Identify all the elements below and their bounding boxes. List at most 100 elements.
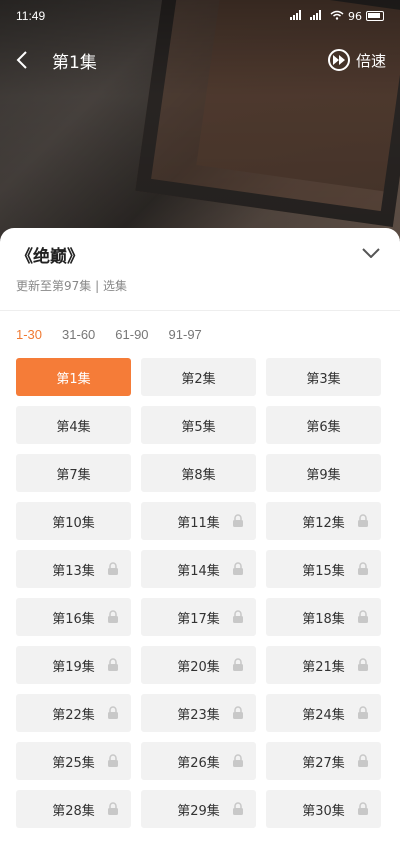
episode-button[interactable]: 第25集 [16,742,131,780]
lock-icon [232,514,244,532]
signal-icon [310,9,326,23]
episode-label: 第4集 [56,419,91,435]
episode-label: 第15集 [302,563,345,579]
status-time: 11:49 [16,9,46,23]
episode-button[interactable]: 第17集 [141,598,256,636]
episode-label: 第10集 [52,515,95,531]
episode-button[interactable]: 第14集 [141,550,256,588]
episode-label: 第14集 [177,563,220,579]
range-tab[interactable]: 61-90 [115,327,148,342]
episode-label: 第11集 [177,515,220,531]
lock-icon [357,706,369,724]
player-top-bar: 第1集 倍速 [0,40,400,80]
episode-button[interactable]: 第2集 [141,358,256,396]
range-tabs: 1-30 31-60 61-90 91-97 [0,327,400,342]
episode-button[interactable]: 第8集 [141,454,256,492]
episode-label: 第8集 [181,467,216,483]
signal-icon [290,9,306,23]
episode-grid: 第1集 第2集 第3集第4集 第5集 第6集第7集 第8集 第9集第10集 第11集 第12集第… [0,358,400,828]
episode-button[interactable]: 第22集 [16,694,131,732]
episode-button[interactable]: 第4集 [16,406,131,444]
episode-label: 第22集 [52,707,95,723]
episode-label: 第24集 [302,707,345,723]
episode-button[interactable]: 第20集 [141,646,256,684]
episode-button[interactable]: 第1集 [16,358,131,396]
episode-label: 第6集 [306,419,341,435]
range-tab[interactable]: 31-60 [62,327,95,342]
lock-icon [357,610,369,628]
episode-button[interactable]: 第28集 [16,790,131,828]
episode-label: 第26集 [177,755,220,771]
lock-icon [232,610,244,628]
episode-label: 第23集 [177,707,220,723]
episode-button[interactable]: 第6集 [266,406,381,444]
episode-button[interactable]: 第18集 [266,598,381,636]
back-button[interactable] [0,40,44,80]
episode-label: 第28集 [52,803,95,819]
battery-icon [366,11,384,21]
episode-button[interactable]: 第12集 [266,502,381,540]
episode-button[interactable]: 第3集 [266,358,381,396]
lock-icon [107,754,119,772]
lock-icon [232,706,244,724]
episode-label: 第9集 [306,467,341,483]
episode-button[interactable]: 第16集 [16,598,131,636]
episode-button[interactable]: 第5集 [141,406,256,444]
lock-icon [107,658,119,676]
episode-label: 第18集 [302,611,345,627]
episode-button[interactable]: 第13集 [16,550,131,588]
episode-button[interactable]: 第27集 [266,742,381,780]
collapse-button[interactable] [360,242,382,264]
episode-sheet: 《绝巅》 更新至第97集 | 选集 1-30 31-60 61-90 91-97 第1… [0,228,400,846]
episode-title: 第1集 [52,52,97,73]
episode-label: 第12集 [302,515,345,531]
video-overlay [0,0,400,240]
range-tab[interactable]: 1-30 [16,327,42,342]
lock-icon [232,754,244,772]
episode-label: 第17集 [177,611,220,627]
episode-button[interactable]: 第15集 [266,550,381,588]
episode-button[interactable]: 第26集 [141,742,256,780]
lock-icon [232,802,244,820]
episode-label: 第19集 [52,659,95,675]
video-player[interactable] [0,0,400,240]
lock-icon [232,562,244,580]
wifi-icon [330,10,344,23]
episode-button[interactable]: 第7集 [16,454,131,492]
episode-button[interactable]: 第23集 [141,694,256,732]
episode-label: 第21集 [302,659,345,675]
episode-button[interactable]: 第21集 [266,646,381,684]
episode-button[interactable]: 第11集 [141,502,256,540]
episode-button[interactable]: 第19集 [16,646,131,684]
lock-icon [232,658,244,676]
episode-button[interactable]: 第24集 [266,694,381,732]
range-tab[interactable]: 91-97 [169,327,202,342]
sheet-header: 《绝巅》 更新至第97集 | 选集 [0,228,400,294]
lock-icon [107,802,119,820]
chevron-down-icon [362,248,380,258]
episode-button[interactable]: 第30集 [266,790,381,828]
lock-icon [107,562,119,580]
episode-label: 第3集 [306,371,341,387]
episode-label: 第1集 [56,371,91,387]
speed-label: 倍速 [355,51,386,70]
lock-icon [357,514,369,532]
drama-subtitle: 更新至第97集 | 选集 [16,279,127,293]
episode-label: 第29集 [177,803,220,819]
episode-label: 第30集 [302,803,345,819]
episode-button[interactable]: 第9集 [266,454,381,492]
episode-button[interactable]: 第29集 [141,790,256,828]
lock-icon [107,610,119,628]
episode-button[interactable]: 第10集 [16,502,131,540]
drama-title: 《绝巅》 [16,247,84,267]
lock-icon [357,802,369,820]
episode-label: 第25集 [52,755,95,771]
status-icons: 96 [290,9,384,23]
speed-button[interactable]: 倍速 [327,49,386,71]
episode-label: 第7集 [56,467,91,483]
battery-level: 96 [348,9,362,23]
episode-label: 第27集 [302,755,345,771]
divider [0,310,400,311]
chevron-left-icon [16,51,27,69]
lock-icon [357,658,369,676]
